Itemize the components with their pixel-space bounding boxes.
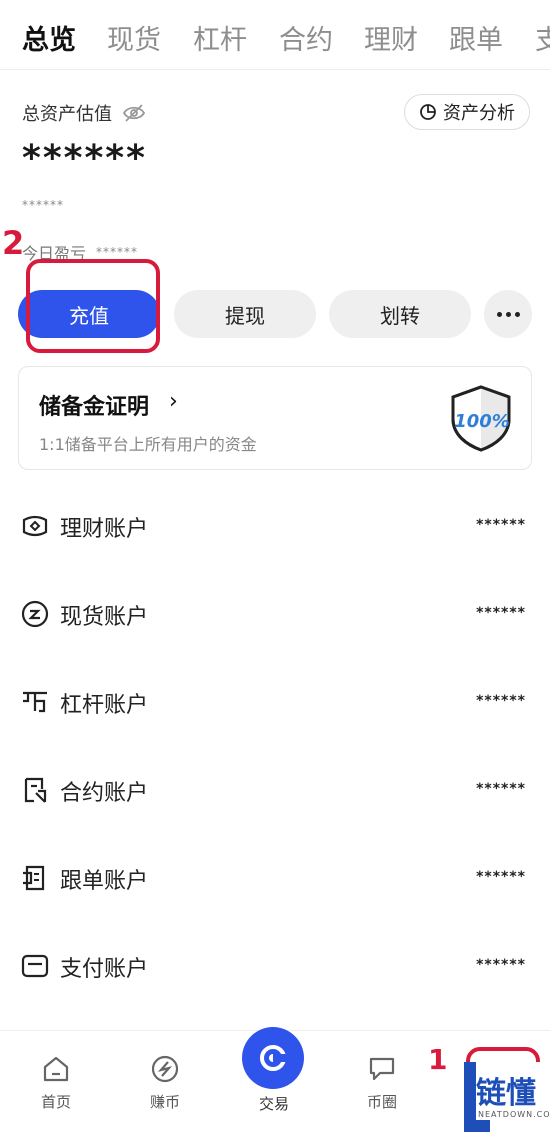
- withdraw-button[interactable]: 提现: [174, 290, 316, 338]
- account-label: 支付账户: [60, 957, 149, 982]
- trade-icon: [260, 1045, 287, 1071]
- asset-label-row: 总资产估值: [22, 100, 146, 126]
- shield-100-icon: 100%: [451, 385, 511, 452]
- nav-community[interactable]: 币圈: [352, 1053, 412, 1112]
- account-label: 现货账户: [60, 605, 149, 630]
- account-row-payment[interactable]: 支付账户 ******: [0, 937, 550, 997]
- home-icon: [43, 1056, 69, 1082]
- today-pnl-value: ******: [96, 245, 139, 259]
- account-row-spot[interactable]: 现货账户 ******: [0, 585, 550, 645]
- nav-community-label: 币圈: [366, 1093, 397, 1111]
- pie-chart-icon: [420, 104, 436, 120]
- total-asset-value: ******: [22, 138, 147, 179]
- asset-analysis-button[interactable]: 资产分析: [404, 94, 530, 130]
- margin-icon: [23, 691, 47, 713]
- futures-icon: [24, 777, 47, 803]
- account-label: 跟单账户: [60, 869, 149, 894]
- account-label: 合约账户: [60, 781, 149, 806]
- reserve-description: 1:1储备平台上所有用户的资金: [39, 435, 257, 454]
- asset-fiat-value: ******: [22, 198, 64, 212]
- finance-icon: [22, 515, 48, 537]
- account-value: ******: [476, 781, 526, 797]
- total-asset-label: 总资产估值: [22, 104, 112, 125]
- tab-spot[interactable]: 现货: [107, 18, 161, 57]
- eye-hidden-icon[interactable]: [122, 101, 146, 125]
- tab-finance[interactable]: 理财: [364, 18, 418, 57]
- chevron-right-icon: ›: [169, 389, 178, 414]
- annotation-highlight-deposit: [26, 259, 160, 353]
- watermark-text: 链懂: [476, 1076, 536, 1111]
- svg-text:100%: 100%: [454, 411, 510, 432]
- account-label: 理财账户: [60, 517, 149, 542]
- chat-icon: [369, 1057, 395, 1081]
- transfer-button[interactable]: 划转: [329, 290, 471, 338]
- nav-home[interactable]: 首页: [26, 1053, 86, 1112]
- account-value: ******: [476, 957, 526, 973]
- copy-trade-icon: [23, 865, 45, 891]
- nav-earn[interactable]: 赚币: [135, 1053, 195, 1112]
- annotation-step-2: 2: [2, 224, 25, 262]
- tab-margin[interactable]: 杠杆: [193, 18, 247, 57]
- account-row-futures[interactable]: 合约账户 ******: [0, 761, 550, 821]
- nav-home-label: 首页: [40, 1093, 71, 1111]
- account-row-margin[interactable]: 杠杆账户 ******: [0, 673, 550, 733]
- earn-icon: [151, 1055, 179, 1083]
- account-value: ******: [476, 605, 526, 621]
- nav-trade-label: 交易: [258, 1095, 289, 1113]
- account-value: ******: [476, 869, 526, 885]
- tab-copy-trade[interactable]: 跟单: [449, 18, 503, 57]
- nav-earn-label: 赚币: [149, 1093, 180, 1111]
- reserve-proof-card[interactable]: 储备金证明 › 1:1储备平台上所有用户的资金 100%: [18, 366, 532, 470]
- more-dots-icon: [496, 311, 520, 317]
- tab-overview[interactable]: 总览: [22, 18, 76, 57]
- tab-futures[interactable]: 合约: [279, 18, 333, 57]
- account-row-finance[interactable]: 理财账户 ******: [0, 497, 550, 557]
- payment-icon: [21, 954, 49, 978]
- account-label: 杠杆账户: [60, 693, 149, 718]
- asset-analysis-label: 资产分析: [443, 103, 515, 124]
- account-value: ******: [476, 517, 526, 533]
- account-row-copy-trade[interactable]: 跟单账户 ******: [0, 849, 550, 909]
- top-tab-bar: 总览 现货 杠杆 合约 理财 跟单 支: [0, 0, 550, 70]
- tab-payment[interactable]: 支: [535, 18, 550, 57]
- reserve-title: 储备金证明: [39, 395, 150, 420]
- account-value: ******: [476, 693, 526, 709]
- spot-icon: [21, 600, 49, 628]
- nav-trade-button[interactable]: [242, 1027, 304, 1089]
- watermark-subtext: NEATDOWN.COM: [478, 1110, 550, 1119]
- more-button[interactable]: [484, 290, 532, 338]
